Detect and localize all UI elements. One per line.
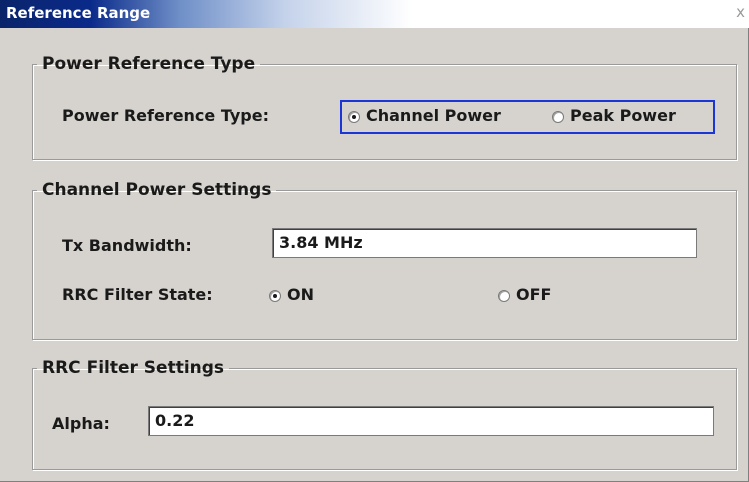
radio-rrc-off-label: OFF [516,285,552,304]
radio-selected-icon [269,289,281,302]
dialog-body: Power Reference Type Power Reference Typ… [10,28,739,474]
radio-selected-icon [348,110,360,123]
group-title-power-reference: Power Reference Type [42,54,256,74]
close-icon[interactable]: x [736,3,745,21]
radio-channel-power-label: Channel Power [366,106,501,125]
tx-bandwidth-field[interactable]: 3.84 MHz [272,228,697,258]
group-title-rrc-filter: RRC Filter Settings [42,358,225,378]
radio-peak-power-label: Peak Power [570,106,676,125]
radio-rrc-off[interactable]: OFF [498,285,551,304]
reference-range-dialog: Reference Range x Power Reference Type P… [0,0,749,482]
radio-channel-power[interactable]: Channel Power [348,106,501,125]
group-title-channel-power: Channel Power Settings [42,180,272,200]
radio-unselected-icon [552,110,564,123]
tx-bandwidth-label: Tx Bandwidth: [62,236,192,255]
title-bar[interactable]: Reference Range x [0,0,749,28]
radio-unselected-icon [498,289,510,302]
radio-rrc-on[interactable]: ON [269,285,314,304]
power-reference-type-label: Power Reference Type: [62,106,269,125]
alpha-label: Alpha: [52,414,110,433]
radio-peak-power[interactable]: Peak Power [552,106,676,125]
window-title: Reference Range [6,4,151,22]
rrc-filter-state-label: RRC Filter State: [62,285,213,304]
channel-power-settings-group: Channel Power Settings [32,180,737,340]
radio-rrc-on-label: ON [287,285,314,304]
alpha-field[interactable]: 0.22 [148,406,714,436]
